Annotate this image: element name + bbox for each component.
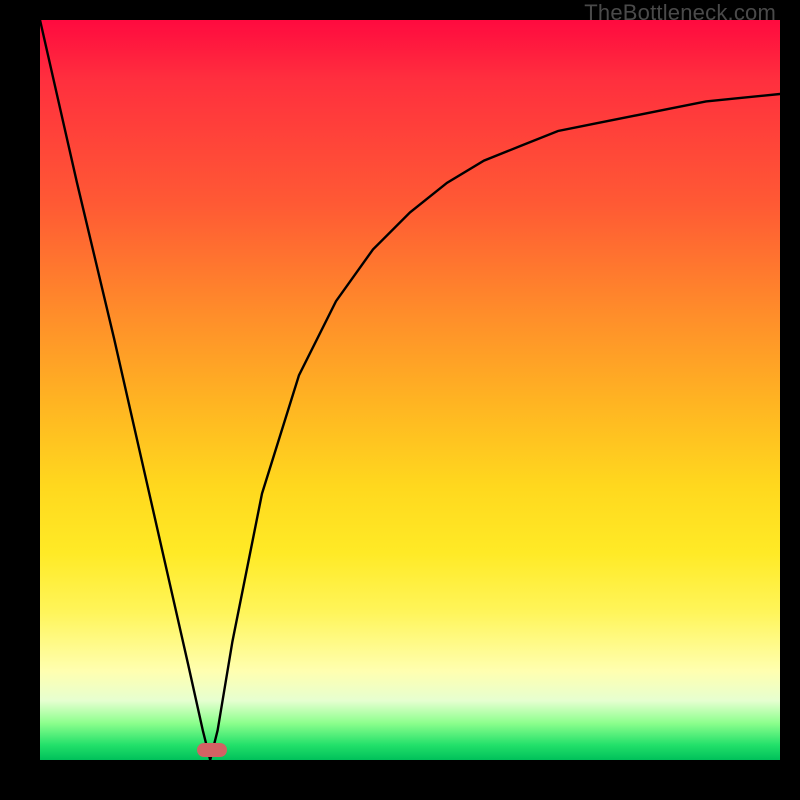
bottleneck-curve bbox=[40, 20, 780, 760]
plot-area bbox=[40, 20, 780, 760]
chart-frame: TheBottleneck.com bbox=[0, 0, 800, 800]
curve-svg bbox=[40, 20, 780, 760]
minimum-marker bbox=[197, 743, 227, 757]
